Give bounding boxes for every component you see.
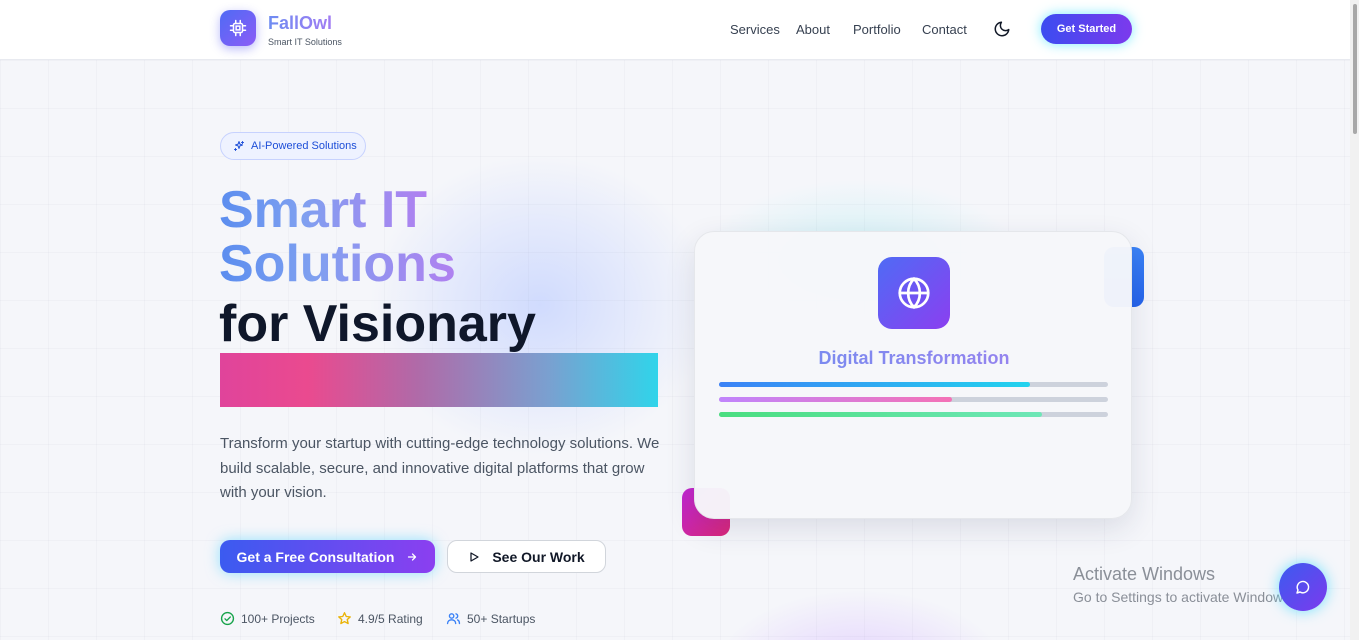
brand-name[interactable]: FallOwl [268,13,332,34]
hero-title-line3: for Visionary [219,295,536,353]
windows-activation-title: Activate Windows [1073,564,1216,584]
progress-fill-1 [719,382,1031,387]
progress-fill-2 [719,397,953,402]
check-circle-icon [220,611,235,626]
nav-contact[interactable]: Contact [922,22,967,37]
progress-track-2 [719,397,1108,402]
stat-startups: 50+ Startups [446,611,535,626]
card-icon-badge [878,257,950,329]
scrollbar-thumb[interactable] [1353,4,1357,134]
moon-icon [994,21,1010,37]
free-consultation-button[interactable]: Get a Free Consultation [220,540,435,573]
get-started-button[interactable]: Get Started [1041,14,1132,44]
free-consultation-label: Get a Free Consultation [236,548,395,565]
see-our-work-button[interactable]: See Our Work [447,540,606,573]
gradient-highlight-bar [220,353,658,407]
stat-projects-label: 100+ Projects [241,611,315,626]
windows-activation-subtitle: Go to Settings to activate Windows. [1073,589,1294,605]
site-header: FallOwl Smart IT Solutions Services Abou… [0,0,1350,60]
chip-icon [229,19,247,37]
play-icon [470,551,479,562]
progress-fill-3 [719,412,1042,417]
sparkles-icon [234,141,244,151]
arrow-right-icon [408,552,417,561]
progress-track-1 [719,382,1108,387]
stat-rating: 4.9/5 Rating [337,611,423,626]
stat-rating-label: 4.9/5 Rating [358,611,423,626]
hero-description: Transform your startup with cutting-edge… [220,435,660,501]
nav-services[interactable]: Services [730,22,780,37]
badge-label: AI-Powered Solutions [251,140,357,152]
globe-icon [898,276,930,310]
hero-title-line2: Solutions [219,235,456,293]
star-icon [338,612,351,625]
stat-startups-label: 50+ Startups [467,611,536,626]
users-icon [446,613,461,625]
ai-badge: AI-Powered Solutions [220,132,366,160]
chat-button[interactable] [1279,563,1327,611]
hero-title-line1: Smart IT [219,181,428,239]
logo-badge[interactable] [220,10,256,46]
brand-tagline: Smart IT Solutions [268,37,342,47]
digital-transformation-card: Digital Transformation [694,231,1132,519]
theme-toggle[interactable] [993,20,1011,38]
grid-background [0,60,1350,640]
stat-projects: 100+ Projects [220,611,315,626]
see-our-work-label: See Our Work [492,548,585,565]
progress-track-3 [719,412,1108,417]
nav-portfolio[interactable]: Portfolio [853,22,901,37]
chat-bubble-icon [1296,580,1310,594]
card-title: Digital Transformation [695,348,1133,369]
nav-about[interactable]: About [796,22,830,37]
